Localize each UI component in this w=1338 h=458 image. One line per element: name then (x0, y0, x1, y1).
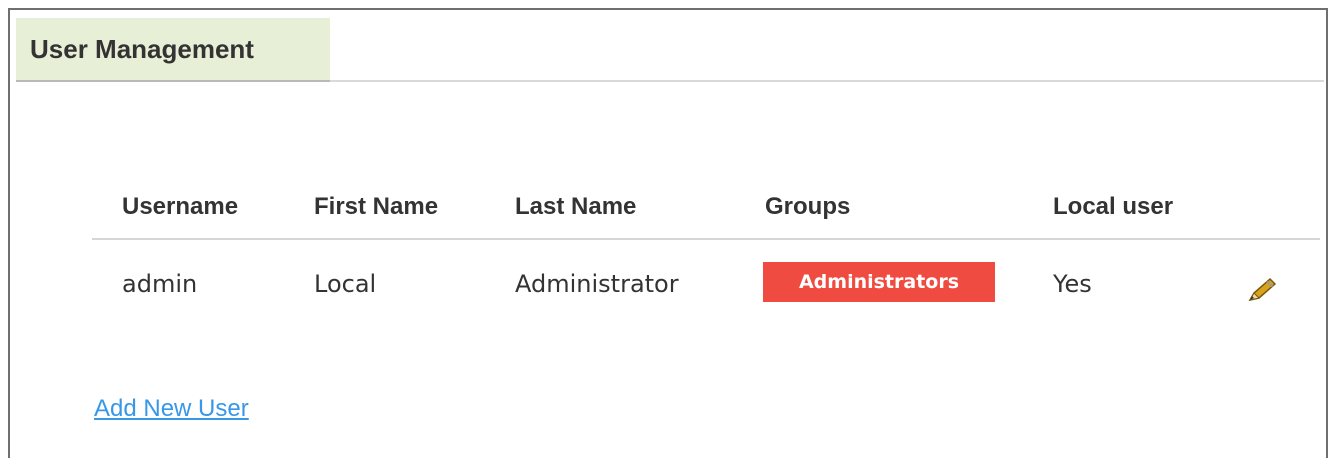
cell-username: admin (122, 270, 198, 298)
add-new-user-link[interactable]: Add New User (94, 395, 249, 423)
cell-first-name: Local (314, 270, 377, 298)
column-header-first-name: First Name (314, 193, 439, 220)
tab-user-management[interactable]: User Management (16, 18, 330, 82)
user-management-panel: User Management Username First Name Last… (8, 8, 1328, 458)
column-header-local-user: Local user (1053, 193, 1174, 220)
cell-last-name: Administrator (515, 270, 679, 298)
pencil-icon (1248, 277, 1277, 302)
edit-user-button[interactable] (1246, 276, 1282, 304)
tab-divider (330, 80, 1324, 82)
panel-title: User Management (30, 33, 254, 64)
cell-local-user: Yes (1053, 270, 1092, 298)
column-header-groups: Groups (765, 193, 851, 220)
column-header-username: Username (122, 193, 239, 220)
group-badge-administrators: Administrators (763, 262, 995, 302)
table-header-divider (92, 238, 1320, 240)
column-header-last-name: Last Name (515, 193, 637, 220)
